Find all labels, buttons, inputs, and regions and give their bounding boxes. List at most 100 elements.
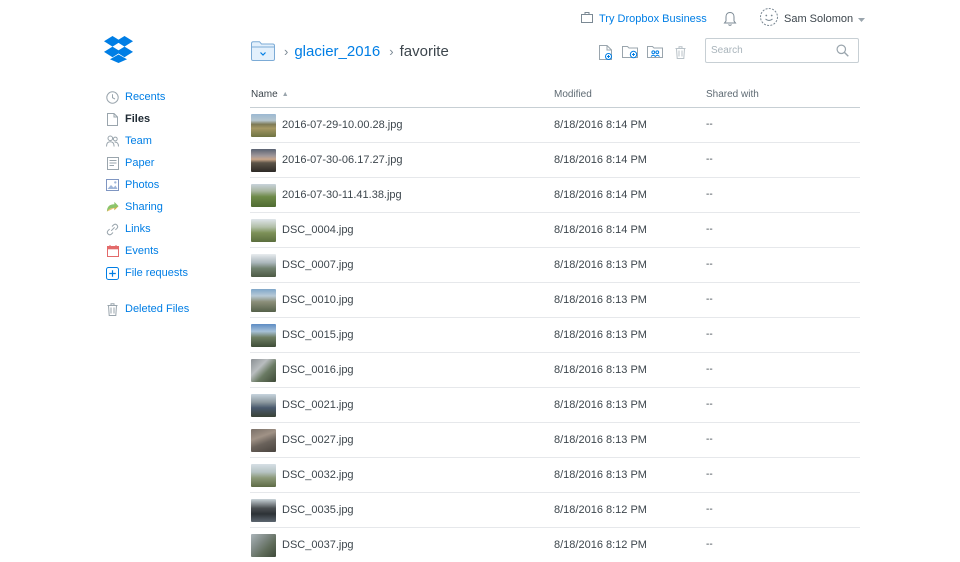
file-name: 2016-07-29-10.00.28.jpg [282, 119, 403, 131]
image-thumbnail [251, 429, 276, 452]
file-name: DSC_0032.jpg [282, 469, 354, 481]
file-request-icon [106, 266, 119, 280]
sidebar-item-links[interactable]: Links [106, 220, 236, 238]
upload-file-icon[interactable] [597, 44, 613, 60]
search-box [705, 38, 859, 63]
sidebar-item-recents[interactable]: Recents [106, 88, 236, 106]
table-row[interactable]: DSC_0015.jpg 8/18/2016 8:13 PM -- [250, 318, 860, 353]
sidebar-item-files[interactable]: Files [106, 110, 236, 128]
file-modified: 8/18/2016 8:13 PM [554, 434, 647, 446]
file-modified: 8/18/2016 8:13 PM [554, 294, 647, 306]
file-name: DSC_0004.jpg [282, 224, 354, 236]
column-header-modified[interactable]: Modified [554, 89, 592, 100]
file-shared-with: -- [706, 189, 713, 200]
table-row[interactable]: DSC_0016.jpg 8/18/2016 8:13 PM -- [250, 353, 860, 388]
bell-icon[interactable] [723, 11, 737, 27]
user-name: Sam Solomon [784, 13, 854, 25]
image-thumbnail [251, 254, 276, 277]
image-thumbnail [251, 184, 276, 207]
breadcrumb-current: favorite [399, 42, 449, 60]
sidebar-item-paper[interactable]: Paper [106, 154, 236, 172]
table-row[interactable]: DSC_0007.jpg 8/18/2016 8:13 PM -- [250, 248, 860, 283]
table-row[interactable]: DSC_0035.jpg 8/18/2016 8:12 PM -- [250, 493, 860, 528]
dropbox-logo-icon[interactable] [104, 36, 133, 63]
try-business-link[interactable]: Try Dropbox Business [581, 11, 707, 27]
file-modified: 8/18/2016 8:14 PM [554, 119, 647, 131]
shared-folder-icon[interactable] [647, 44, 663, 60]
column-header-shared-with[interactable]: Shared with [706, 89, 759, 100]
image-thumbnail [251, 359, 276, 382]
sort-ascending-icon: ▲ [281, 91, 289, 98]
file-modified: 8/18/2016 8:14 PM [554, 189, 647, 201]
search-icon[interactable] [836, 44, 849, 57]
file-modified: 8/18/2016 8:13 PM [554, 364, 647, 376]
breadcrumb: › glacier_2016 › favorite [251, 38, 449, 64]
image-thumbnail [251, 149, 276, 172]
user-menu[interactable]: Sam Solomon [759, 7, 866, 32]
sidebar-item-sharing[interactable]: Sharing [106, 198, 236, 216]
image-thumbnail [251, 464, 276, 487]
file-shared-with: -- [706, 154, 713, 165]
file-name: DSC_0021.jpg [282, 399, 354, 411]
image-thumbnail [251, 289, 276, 312]
file-name: DSC_0007.jpg [282, 259, 354, 271]
breadcrumb-chevron-icon: › [389, 43, 394, 59]
image-thumbnail [251, 219, 276, 242]
file-shared-with: -- [706, 539, 713, 550]
table-row[interactable]: DSC_0021.jpg 8/18/2016 8:13 PM -- [250, 388, 860, 423]
sidebar-item-team[interactable]: Team [106, 132, 236, 150]
file-shared-with: -- [706, 469, 713, 480]
file-modified: 8/18/2016 8:13 PM [554, 399, 647, 411]
table-row[interactable]: DSC_0004.jpg 8/18/2016 8:14 PM -- [250, 213, 860, 248]
file-name: DSC_0037.jpg [282, 539, 354, 551]
file-name: DSC_0027.jpg [282, 434, 354, 446]
file-name: 2016-07-30-11.41.38.jpg [282, 189, 402, 201]
folder-icon[interactable] [251, 40, 275, 62]
table-row[interactable]: 2016-07-30-06.17.27.jpg 8/18/2016 8:14 P… [250, 143, 860, 178]
file-shared-with: -- [706, 399, 713, 410]
photos-icon [106, 179, 119, 192]
file-name: 2016-07-30-06.17.27.jpg [282, 154, 403, 166]
image-thumbnail [251, 394, 276, 417]
file-modified: 8/18/2016 8:12 PM [554, 539, 647, 551]
file-icon [106, 112, 119, 126]
image-thumbnail [251, 534, 276, 557]
table-row[interactable]: DSC_0032.jpg 8/18/2016 8:13 PM -- [250, 458, 860, 493]
file-modified: 8/18/2016 8:12 PM [554, 504, 647, 516]
sidebar-item-deleted-files[interactable]: Deleted Files [106, 300, 236, 318]
file-modified: 8/18/2016 8:13 PM [554, 329, 647, 341]
sharing-icon [106, 201, 119, 214]
sidebar-item-events[interactable]: Events [106, 242, 236, 260]
briefcase-icon [581, 10, 593, 28]
table-row[interactable]: DSC_0037.jpg 8/18/2016 8:12 PM -- [250, 528, 860, 562]
new-folder-icon[interactable] [622, 44, 638, 60]
link-icon [106, 223, 119, 236]
table-row[interactable]: DSC_0027.jpg 8/18/2016 8:13 PM -- [250, 423, 860, 458]
toolbar-actions [597, 44, 688, 60]
file-modified: 8/18/2016 8:13 PM [554, 469, 647, 481]
file-shared-with: -- [706, 434, 713, 445]
file-shared-with: -- [706, 329, 713, 340]
breadcrumb-chevron-icon: › [284, 43, 289, 59]
file-modified: 8/18/2016 8:14 PM [554, 224, 647, 236]
table-row[interactable]: 2016-07-29-10.00.28.jpg 8/18/2016 8:14 P… [250, 108, 860, 143]
sidebar-item-file-requests[interactable]: File requests [106, 264, 236, 282]
file-shared-with: -- [706, 294, 713, 305]
file-shared-with: -- [706, 224, 713, 235]
image-thumbnail [251, 324, 276, 347]
calendar-icon [106, 245, 119, 258]
avatar [759, 7, 779, 32]
image-thumbnail [251, 114, 276, 137]
table-row[interactable]: 2016-07-30-11.41.38.jpg 8/18/2016 8:14 P… [250, 178, 860, 213]
table-row[interactable]: DSC_0010.jpg 8/18/2016 8:13 PM -- [250, 283, 860, 318]
breadcrumb-root-link[interactable]: glacier_2016 [294, 43, 380, 60]
sidebar-item-photos[interactable]: Photos [106, 176, 236, 194]
delete-icon[interactable] [672, 44, 688, 60]
file-name: DSC_0016.jpg [282, 364, 354, 376]
search-input[interactable] [706, 39, 836, 62]
file-name: DSC_0035.jpg [282, 504, 354, 516]
file-name: DSC_0015.jpg [282, 329, 354, 341]
column-header-name[interactable]: Name ▲ [251, 89, 289, 100]
file-shared-with: -- [706, 259, 713, 270]
chevron-down-icon [858, 10, 866, 28]
